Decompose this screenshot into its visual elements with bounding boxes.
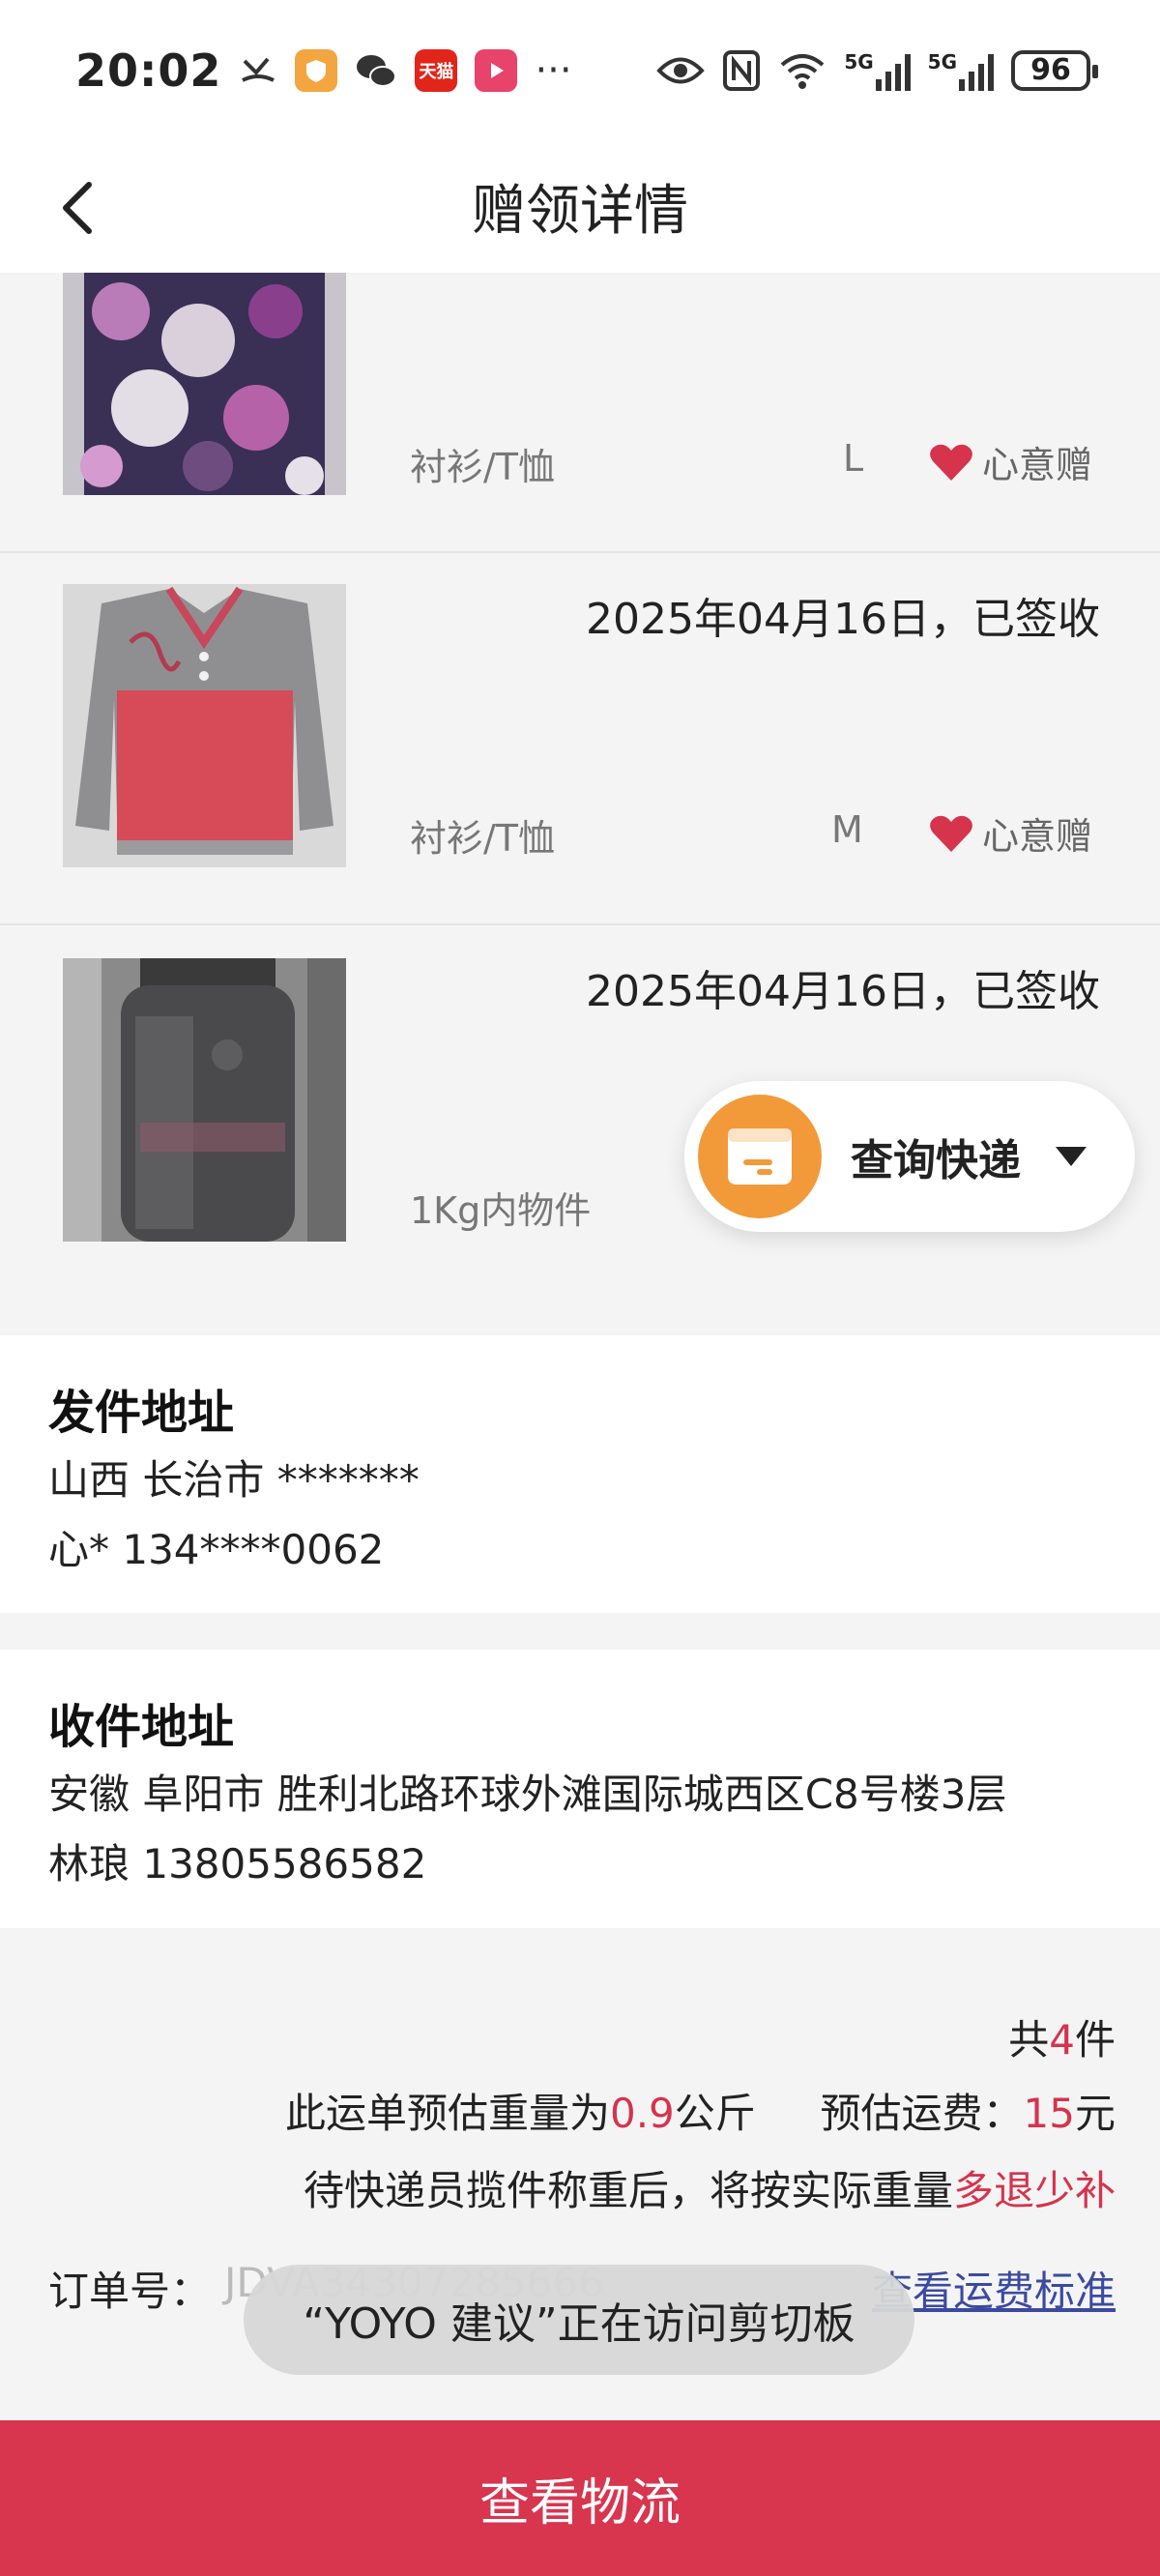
- note-prefix: 待快递员揽件称重后，将按实际重量: [303, 2167, 953, 2214]
- battery-level: 96: [1030, 53, 1071, 87]
- fee-prefix: 预估运费：: [820, 2090, 1024, 2137]
- item-date-status: 2025年04月16日，已签收: [586, 595, 1100, 644]
- heart-icon: [930, 815, 972, 852]
- clipboard-toast: “YOYO 建议”正在访问剪切板: [244, 2265, 914, 2375]
- gift-tag: 心意赠: [928, 806, 1092, 860]
- weight-note-line: 待快递员揽件称重后，将按实际重量多退少补: [304, 2158, 1116, 2217]
- total-suffix: 件: [1074, 2016, 1116, 2064]
- item-category: 衬衫/T恤: [410, 817, 556, 860]
- wifi-icon: [781, 53, 825, 89]
- item-date-status: 2025年04月16日，已签收: [586, 967, 1100, 1016]
- view-logistics-button[interactable]: 查看物流: [0, 2420, 1160, 2576]
- nfc-icon: [723, 49, 761, 91]
- caret-down-icon: [1056, 1147, 1087, 1166]
- app-orange-icon: [295, 48, 338, 92]
- order-number-label: 订单号：: [48, 2268, 212, 2315]
- item-image-supplement-bottle: [63, 958, 346, 1242]
- gift-item-2[interactable]: 2025年04月16日，已签收 衬衫/T恤 M 心意赠: [0, 555, 1160, 925]
- video-app-icon: [475, 48, 518, 92]
- item-image-floral-shirt: [63, 273, 346, 495]
- signal-2: 5G: [928, 50, 994, 91]
- network-type-1: 5G: [844, 49, 874, 73]
- signal-1: 5G: [844, 49, 911, 91]
- page-title: 赠领详情: [472, 180, 688, 243]
- note-highlight: 多退少补: [952, 2167, 1116, 2214]
- gift-tag: 心意赠: [928, 435, 1092, 488]
- wechat-icon: [357, 54, 397, 87]
- item-image-red-grey-shirt: [63, 584, 346, 867]
- network-type-2: 5G: [927, 49, 957, 73]
- gift-item-1[interactable]: 衬衫/T恤 L 心意赠: [0, 273, 1160, 553]
- heart-icon: [930, 444, 972, 481]
- signal-bars-2-icon: [959, 50, 994, 91]
- weight-value: 0.9: [609, 2090, 675, 2137]
- more-notifications: ···: [535, 47, 572, 93]
- missed-call-icon: [242, 57, 276, 82]
- sender-title: 发件地址: [48, 1386, 235, 1440]
- item-category: 衬衫/T恤: [410, 446, 556, 488]
- tmall-icon: 天猫: [415, 48, 458, 92]
- receiver-title: 收件地址: [48, 1700, 235, 1754]
- receiver-contact: 林琅 13805586582: [48, 1840, 427, 1888]
- weight-fee-line: 此运单预估重量为0.9公斤 预估运费：15元: [285, 2081, 1116, 2140]
- item-size: M: [831, 808, 863, 851]
- status-right: 5G 5G 96: [656, 49, 1098, 92]
- receiver-address: 安徽 阜阳市 胜利北路环球外滩国际城西区C8号楼3层: [48, 1771, 1007, 1818]
- fee-value: 15: [1023, 2090, 1075, 2137]
- app-header: 赠领详情: [0, 140, 1160, 273]
- sender-contact: 心* 134****0062: [48, 1526, 385, 1573]
- package-icon: [698, 1095, 822, 1218]
- query-express-label: 查询快递: [851, 1136, 1021, 1186]
- eye-icon: [656, 57, 706, 83]
- weight-unit: 公斤: [674, 2090, 756, 2137]
- battery-icon: 96: [1011, 49, 1098, 91]
- sender-address-card: 发件地址 山西 长治市 ******* 心* 134****0062: [0, 1335, 1160, 1613]
- back-button[interactable]: [39, 169, 116, 247]
- total-prefix: 共: [1008, 2016, 1050, 2064]
- sender-address: 山西 长治市 *******: [48, 1456, 420, 1504]
- status-left: 20:02 天猫 ···: [75, 44, 572, 97]
- chevron-left-icon: [63, 182, 92, 234]
- signal-bars-1-icon: [875, 50, 911, 91]
- item-size: L: [843, 437, 864, 480]
- status-time: 20:02: [75, 44, 222, 97]
- item-category: 1Kg内物件: [410, 1189, 592, 1232]
- total-count-line: 共4件: [1008, 2007, 1116, 2066]
- gift-tag-label: 心意赠: [981, 815, 1092, 858]
- receiver-address-card: 收件地址 安徽 阜阳市 胜利北路环球外滩国际城西区C8号楼3层 林琅 13805…: [0, 1650, 1160, 1928]
- tmall-label: 天猫: [419, 61, 454, 82]
- weight-prefix: 此运单预估重量为: [284, 2090, 610, 2137]
- query-express-button[interactable]: 查询快递: [684, 1081, 1135, 1232]
- status-bar: 20:02 天猫 ··· 5G 5G 96: [0, 0, 1160, 140]
- gift-tag-label: 心意赠: [981, 444, 1092, 486]
- total-count: 4: [1049, 2016, 1075, 2064]
- fee-unit: 元: [1074, 2090, 1116, 2137]
